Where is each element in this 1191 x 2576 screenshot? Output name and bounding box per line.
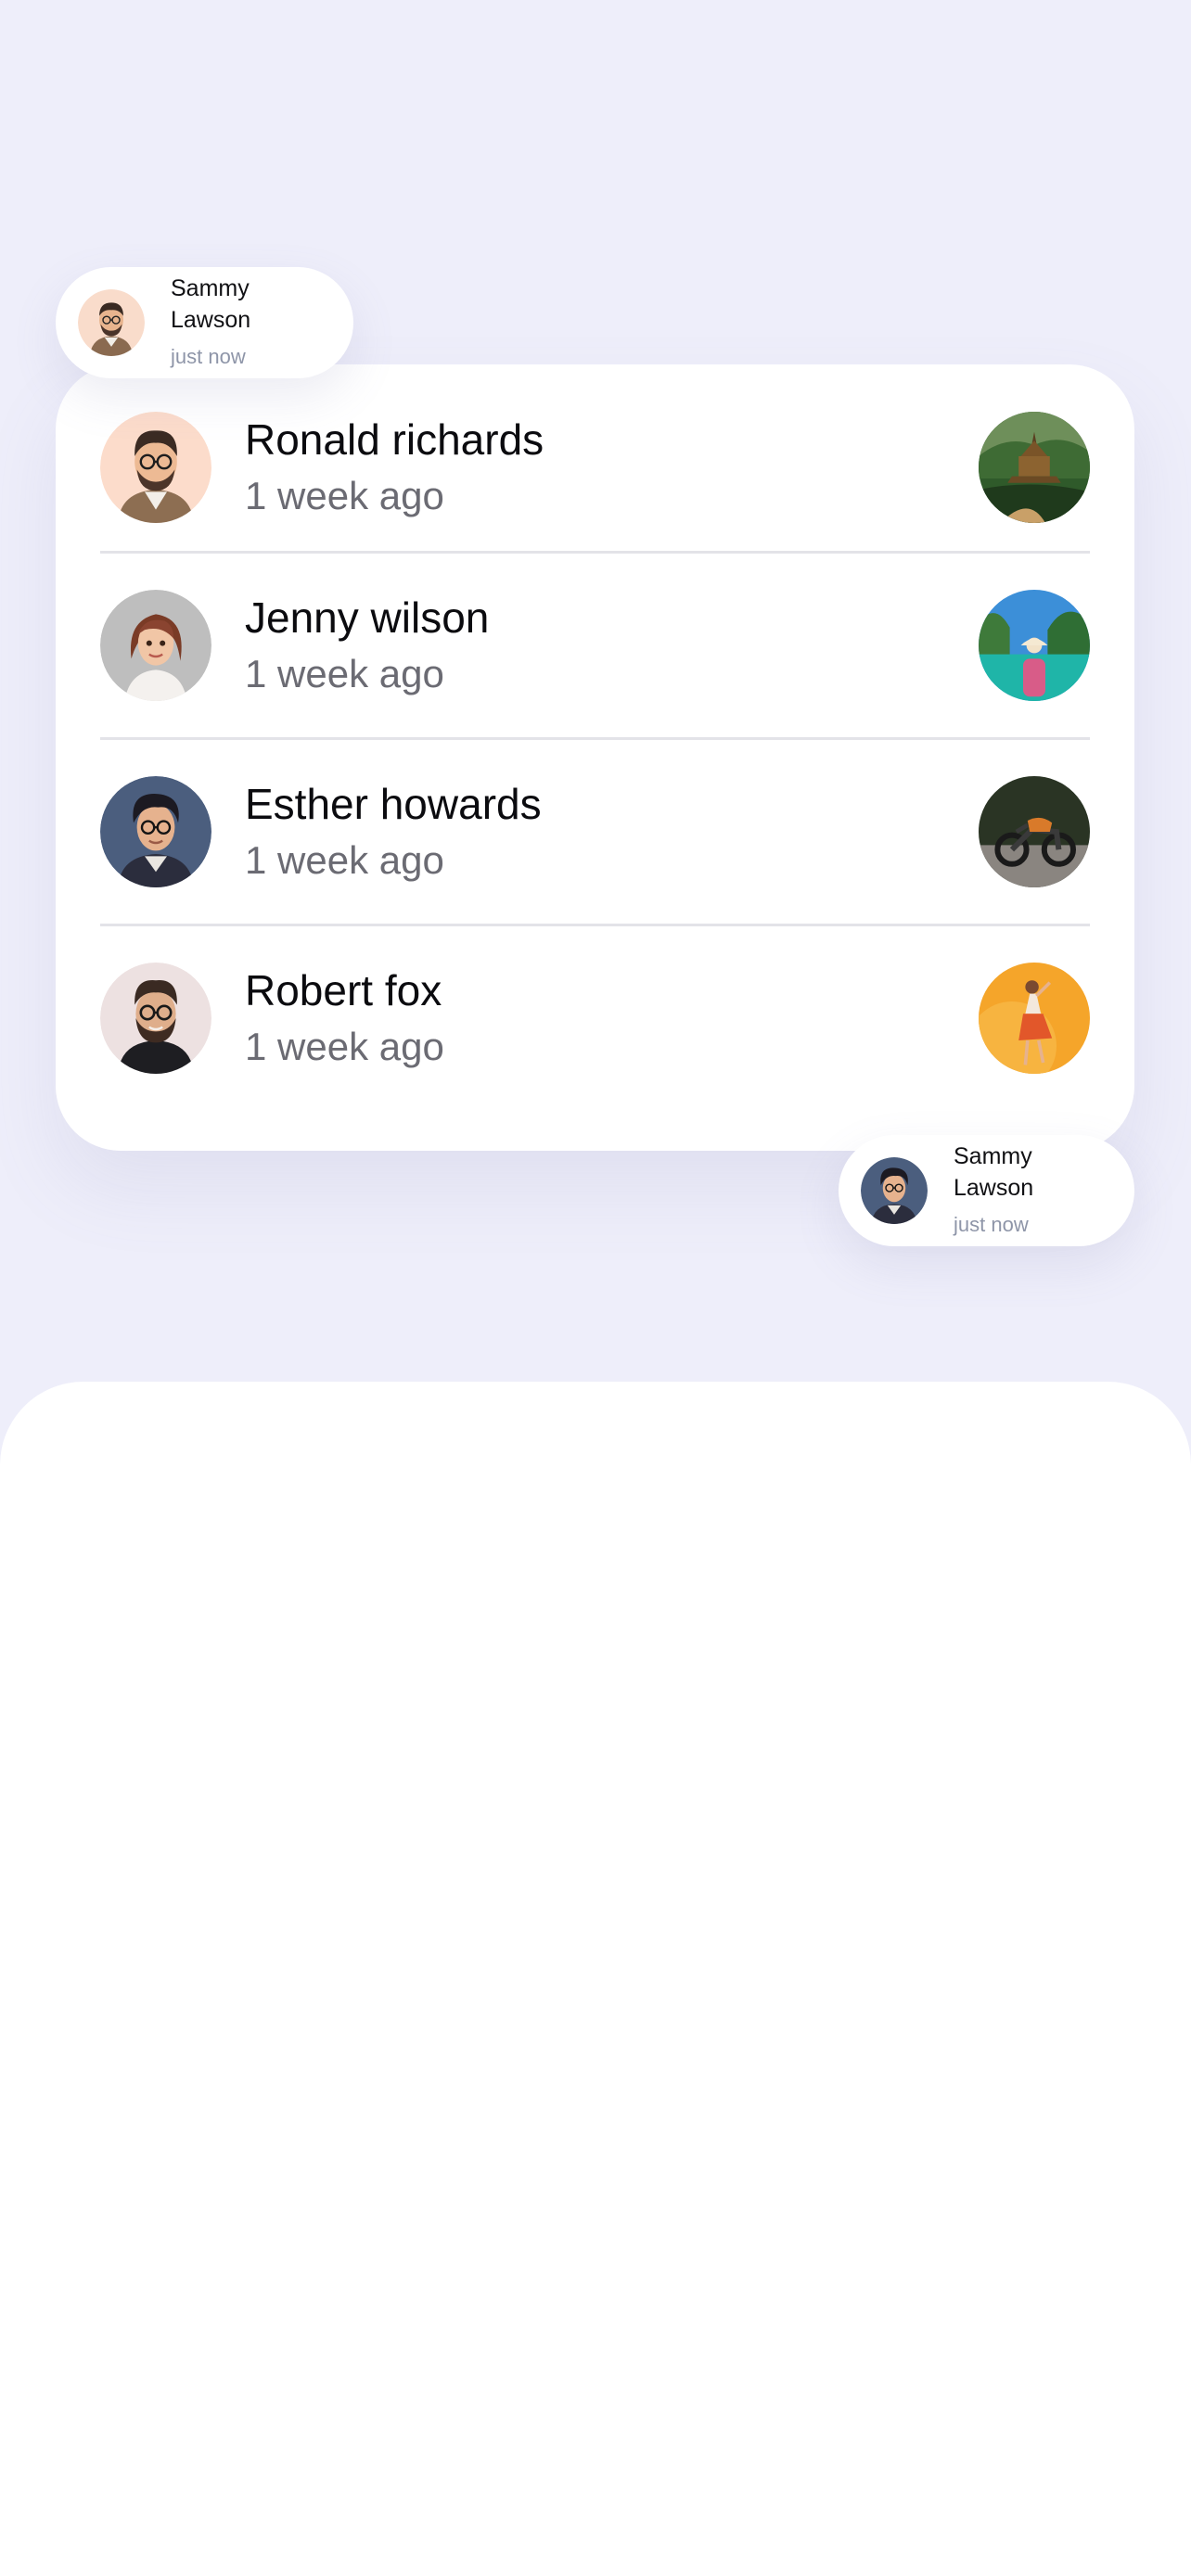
dancer-photo-thumbnail-icon[interactable] [979,963,1090,1074]
user-name: Jenny wilson [245,593,490,642]
user-name: Ronald richards [245,414,544,464]
notification-time: just now [954,1213,1029,1236]
motorcycle-photo-thumbnail-icon[interactable] [979,776,1090,887]
woman-avatar-icon[interactable] [100,590,211,701]
feed-row[interactable]: Esther howards 1 week ago [100,737,1090,924]
feed-row[interactable]: Jenny wilson 1 week ago [100,551,1090,737]
bottom-sheet [0,1382,1191,2576]
notification-time: just now [171,345,246,368]
feed-row[interactable]: Ronald richards 1 week ago [100,364,1090,551]
notification-toast-bottom[interactable]: Sammy Lawson just now [839,1135,1134,1246]
notification-name: Sammy Lawson [954,1143,1034,1201]
man-glasses-beard-avatar-icon[interactable] [100,411,211,523]
timestamp: 1 week ago [245,473,444,517]
boat-lagoon-photo-thumbnail-icon[interactable] [979,590,1090,701]
user-name: Esther howards [245,780,542,828]
timestamp: 1 week ago [245,838,444,882]
feed-row[interactable]: Robert fox 1 week ago [100,924,1090,1110]
user-name: Robert fox [245,966,442,1014]
man-glasses-hoodie-avatar-icon[interactable] [100,776,211,887]
man-glasses-beard-avatar-icon [78,289,145,356]
man-glasses-beard-avatar-icon[interactable] [100,963,211,1074]
man-glasses-hoodie-avatar-icon [861,1157,928,1224]
temple-photo-thumbnail-icon[interactable] [979,411,1090,523]
activity-feed-card: Ronald richards 1 week ago Jenny wilson … [56,364,1134,1151]
notification-toast-top[interactable]: Sammy Lawson just now [56,267,353,378]
notification-name: Sammy Lawson [171,275,251,333]
timestamp: 1 week ago [245,652,444,695]
timestamp: 1 week ago [245,1025,444,1068]
